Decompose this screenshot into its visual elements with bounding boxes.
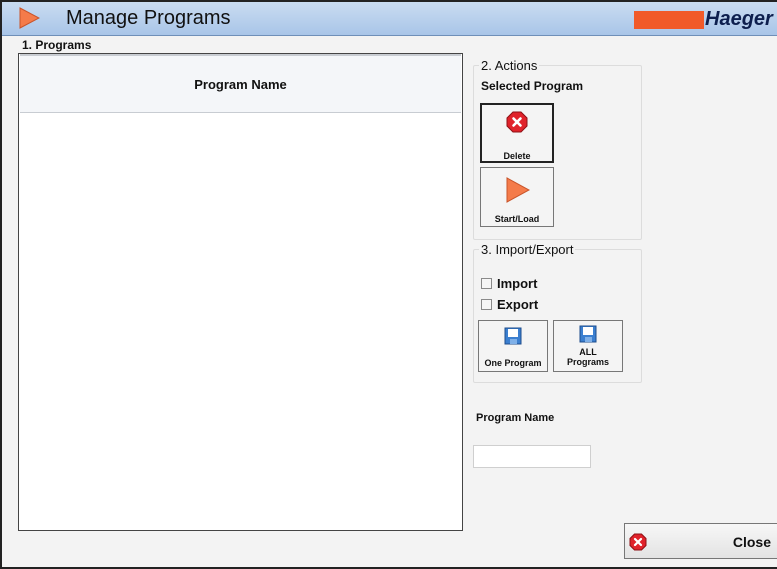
start-load-button-label: Start/Load <box>494 214 540 224</box>
all-programs-label-line1: ALL <box>579 347 597 357</box>
start-load-button[interactable]: Start/Load <box>480 167 554 227</box>
close-button[interactable]: Close <box>624 523 777 559</box>
import-checkbox-box[interactable] <box>481 278 492 289</box>
close-button-label: Close <box>732 534 771 550</box>
program-name-label: Program Name <box>476 412 555 424</box>
column-header-program-name[interactable]: Program Name <box>20 56 461 113</box>
export-checkbox-box[interactable] <box>481 299 492 310</box>
programs-grid[interactable]: Program Name <box>18 53 463 531</box>
play-arrow-icon <box>18 7 41 34</box>
one-program-button[interactable]: One Program <box>478 320 548 372</box>
import-checkbox[interactable]: Import <box>481 276 537 291</box>
floppy-disk-icon <box>504 327 522 350</box>
program-name-input[interactable] <box>473 445 591 468</box>
manage-programs-window: Manage Programs Haeger 1. Programs Progr… <box>0 0 777 569</box>
delete-button[interactable]: Delete <box>480 103 554 163</box>
delete-x-icon <box>506 111 528 138</box>
delete-button-label: Delete <box>503 151 531 161</box>
brand-logo: Haeger <box>705 8 773 30</box>
all-programs-label-line2: Programs <box>566 357 610 367</box>
all-programs-button[interactable]: ALL Programs <box>553 320 623 372</box>
import-checkbox-label: Import <box>497 276 538 291</box>
import-export-group-label: 3. Import/Export <box>479 242 576 257</box>
actions-group-label: 2. Actions <box>479 58 540 73</box>
play-arrow-icon <box>504 177 531 208</box>
title-bar: Manage Programs Haeger <box>2 2 777 36</box>
programs-group-label: 1. Programs <box>20 38 94 52</box>
export-checkbox[interactable]: Export <box>481 297 538 312</box>
close-x-icon <box>629 533 647 556</box>
selected-program-label: Selected Program <box>481 79 584 93</box>
window-title: Manage Programs <box>66 7 231 29</box>
export-checkbox-label: Export <box>497 297 539 312</box>
one-program-button-label: One Program <box>484 358 542 368</box>
floppy-disk-icon <box>579 325 597 348</box>
brand-stripe <box>634 11 704 29</box>
